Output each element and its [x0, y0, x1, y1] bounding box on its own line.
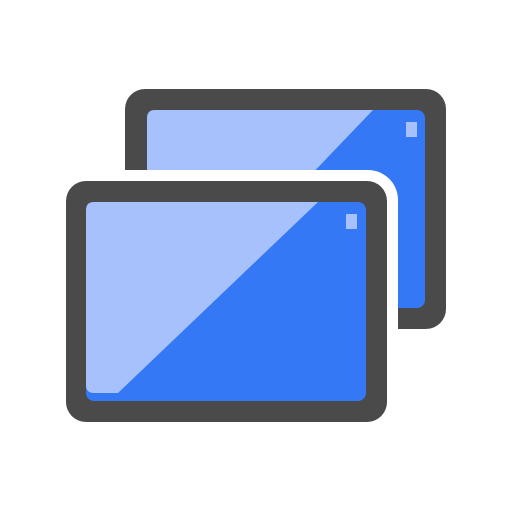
back-monitor-indicator: [406, 122, 417, 137]
multiple-screens-icon: [56, 89, 446, 432]
front-monitor: [66, 181, 387, 422]
icon-canvas: [0, 0, 512, 512]
front-monitor-indicator: [346, 214, 357, 229]
